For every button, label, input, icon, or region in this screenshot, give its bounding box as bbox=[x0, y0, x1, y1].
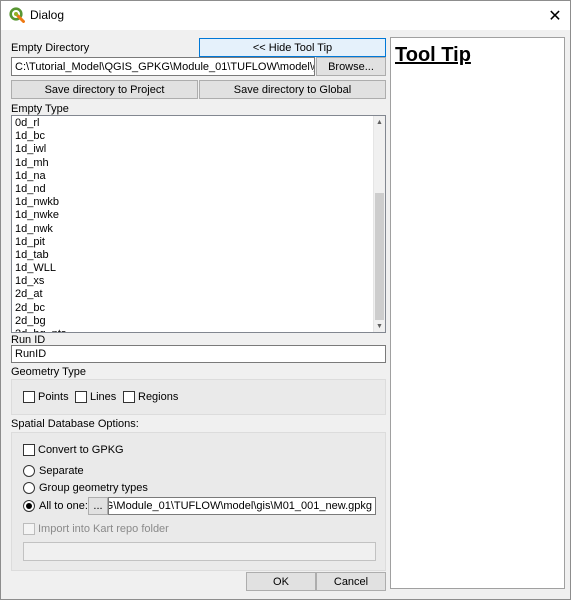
scroll-down-icon[interactable]: ▼ bbox=[374, 320, 385, 332]
empty-type-label: Empty Type bbox=[11, 103, 69, 115]
convert-gpkg-label: Convert to GPKG bbox=[38, 444, 124, 456]
title-bar: Dialog ✕ bbox=[1, 1, 570, 30]
qgis-logo-icon bbox=[9, 7, 25, 23]
dialog-window: Dialog ✕ << Hide Tool Tip Empty Director… bbox=[0, 0, 571, 600]
geometry-type-group: Points Lines Regions bbox=[11, 379, 386, 415]
regions-label: Regions bbox=[138, 391, 179, 403]
hide-tooltip-button[interactable]: << Hide Tool Tip bbox=[199, 38, 386, 57]
empty-directory-input[interactable]: C:\Tutorial_Model\QGIS_GPKG\Module_01\TU… bbox=[11, 57, 315, 76]
geometry-type-label: Geometry Type bbox=[11, 366, 86, 378]
scroll-up-icon[interactable]: ▲ bbox=[374, 116, 385, 128]
list-item[interactable]: 2d_bc bbox=[15, 302, 66, 315]
points-label: Points bbox=[38, 391, 69, 403]
all-to-one-label: All to one: bbox=[39, 500, 88, 512]
empty-type-list[interactable]: 0d_rl 1d_bc 1d_iwl 1d_mh 1d_na 1d_nd 1d_nwkb 1d… bbox=[11, 115, 386, 333]
group-geometry-radio[interactable] bbox=[23, 482, 35, 494]
kart-path-input[interactable] bbox=[23, 542, 376, 561]
kart-import-label: Import into Kart repo folder bbox=[38, 523, 169, 535]
list-scrollbar[interactable]: ▲ ▼ bbox=[373, 116, 385, 332]
list-item[interactable]: 1d_iwl bbox=[15, 143, 66, 156]
scrollbar-thumb[interactable] bbox=[375, 193, 384, 320]
separate-label: Separate bbox=[39, 465, 84, 477]
kart-import-checkbox[interactable] bbox=[23, 523, 35, 535]
empty-directory-label: Empty Directory bbox=[11, 42, 90, 54]
gpkg-browse-button[interactable]: ... bbox=[88, 497, 108, 515]
list-item[interactable]: 2d_bg_pts bbox=[15, 328, 66, 332]
list-item[interactable]: 1d_bc bbox=[15, 130, 66, 143]
separate-radio[interactable] bbox=[23, 465, 35, 477]
window-title: Dialog bbox=[30, 8, 65, 22]
list-item[interactable]: 2d_at bbox=[15, 288, 66, 301]
lines-label: Lines bbox=[90, 391, 117, 403]
list-item[interactable]: 1d_nwk bbox=[15, 223, 66, 236]
list-item[interactable]: 1d_nd bbox=[15, 183, 66, 196]
tooltip-title: Tool Tip bbox=[395, 44, 471, 66]
gpkg-path-text: GIS_GPKG\Module_01\TUFLOW\model\gis\M01_… bbox=[109, 500, 372, 512]
list-item[interactable]: 1d_pit bbox=[15, 236, 66, 249]
gpkg-path-input[interactable]: GIS_GPKG\Module_01\TUFLOW\model\gis\M01_… bbox=[108, 497, 376, 515]
cancel-button[interactable]: Cancel bbox=[316, 572, 386, 591]
spatial-database-group: Convert to GPKG Separate Group geometry … bbox=[11, 432, 386, 571]
list-item[interactable]: 1d_nwke bbox=[15, 209, 66, 222]
tooltip-panel: Tool Tip bbox=[390, 37, 565, 589]
list-item[interactable]: 1d_mh bbox=[15, 157, 66, 170]
spatial-database-label: Spatial Database Options: bbox=[11, 418, 139, 430]
regions-checkbox[interactable] bbox=[123, 391, 135, 403]
convert-gpkg-checkbox[interactable] bbox=[23, 444, 35, 456]
list-item[interactable]: 1d_xs bbox=[15, 275, 66, 288]
save-directory-project-button[interactable]: Save directory to Project bbox=[11, 80, 198, 99]
list-item[interactable]: 2d_bg bbox=[15, 315, 66, 328]
lines-checkbox[interactable] bbox=[75, 391, 87, 403]
all-to-one-radio[interactable] bbox=[23, 500, 35, 512]
points-checkbox[interactable] bbox=[23, 391, 35, 403]
group-geometry-label: Group geometry types bbox=[39, 482, 148, 494]
list-item[interactable]: 1d_WLL bbox=[15, 262, 66, 275]
ok-button[interactable]: OK bbox=[246, 572, 316, 591]
close-icon[interactable]: ✕ bbox=[540, 1, 570, 30]
list-item[interactable]: 1d_na bbox=[15, 170, 66, 183]
list-item[interactable]: 1d_tab bbox=[15, 249, 66, 262]
save-directory-global-button[interactable]: Save directory to Global bbox=[199, 80, 386, 99]
run-id-input[interactable]: RunID bbox=[11, 345, 386, 363]
browse-button[interactable]: Browse... bbox=[316, 57, 386, 76]
empty-type-items: 0d_rl 1d_bc 1d_iwl 1d_mh 1d_na 1d_nd 1d_nwkb 1d… bbox=[15, 117, 66, 332]
list-item[interactable]: 1d_nwkb bbox=[15, 196, 66, 209]
list-item[interactable]: 0d_rl bbox=[15, 117, 66, 130]
